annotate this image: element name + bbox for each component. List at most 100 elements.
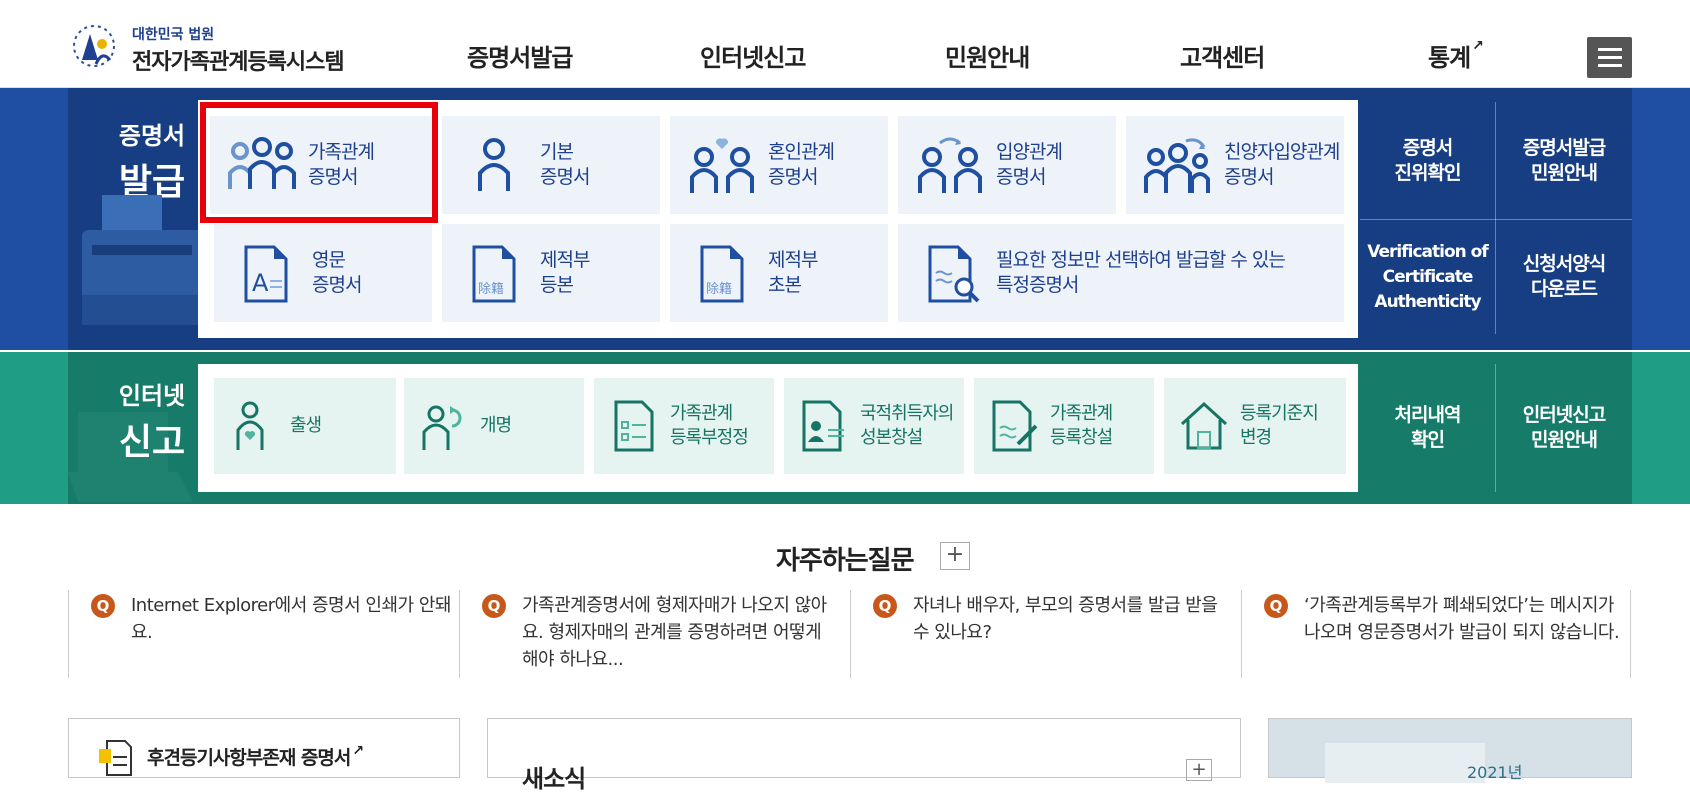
- tile-label: 개명: [480, 415, 512, 436]
- faq-item[interactable]: Q 자녀나 배우자, 부모의 증명서를 발급 받을 수 있나요?: [850, 590, 1240, 678]
- correction-doc-icon: [614, 400, 654, 452]
- nav-statistics[interactable]: 통계 ↗: [1428, 38, 1484, 73]
- nav-internet-report[interactable]: 인터넷신고: [700, 38, 806, 73]
- hamburger-icon: [1597, 48, 1622, 51]
- tile-label: 출생: [290, 415, 322, 436]
- tile-label: 영문 증명서: [312, 249, 362, 296]
- external-link-icon: ↗: [352, 743, 364, 759]
- faq-question-text: 가족관계증명서에 형제자매가 나오지 않아요. 형제자매의 관계를 증명하려면 …: [522, 595, 827, 670]
- tile-adoption-certificate[interactable]: 입양관계 증명서: [898, 116, 1116, 214]
- birth-icon: [236, 401, 264, 450]
- report-label-small: 인터넷: [118, 382, 186, 410]
- full-adoption-icon: [1144, 138, 1210, 193]
- site-logo[interactable]: 대한민국 법원 전자가족관계등록시스템: [68, 20, 358, 75]
- hamburger-icon-line: [1597, 56, 1622, 59]
- news-more-button[interactable]: +: [1186, 759, 1212, 781]
- tile-birth-report[interactable]: 출생: [214, 378, 396, 474]
- adoption-icon: [918, 137, 982, 193]
- english-doc-icon: A: [244, 245, 288, 303]
- nav-statistics-label: 통계: [1428, 44, 1471, 72]
- person-icon: [478, 138, 510, 191]
- verify-certificate-link[interactable]: 증명서 진위확인: [1360, 102, 1495, 219]
- news-box: 새소식 +: [487, 718, 1241, 793]
- question-icon: Q: [1264, 594, 1288, 618]
- tile-rename-report[interactable]: 개명: [404, 378, 584, 474]
- tile-label: 제적부 등본: [540, 249, 590, 296]
- logo-title: 전자가족관계등록시스템: [132, 50, 345, 75]
- hamburger-icon-line: [1597, 64, 1622, 67]
- faq-more-button[interactable]: +: [940, 542, 970, 570]
- question-icon: Q: [91, 594, 115, 618]
- tile-specific-certificate[interactable]: 필요한 정보만 선택하여 발급할 수 있는 특정증명서: [898, 224, 1344, 322]
- hamburger-menu-button[interactable]: [1587, 37, 1632, 78]
- banner-card: [1325, 743, 1485, 783]
- faq-question-text: 자녀나 배우자, 부모의 증명서를 발급 받을 수 있나요?: [913, 595, 1218, 643]
- guardianship-certificate-title: 후견등기사항부존재 증명서: [147, 747, 351, 769]
- tile-register-creation[interactable]: 가족관계 등록창설: [974, 378, 1154, 474]
- nav-customer-center[interactable]: 고객센터: [1180, 38, 1265, 73]
- tile-removed-register-copy[interactable]: 除籍 제적부 등본: [442, 224, 660, 322]
- svg-text:除籍: 除籍: [706, 281, 732, 297]
- processing-history-link[interactable]: 처리내역 확인: [1360, 364, 1495, 492]
- report-civil-guide-link[interactable]: 인터넷신고 민원안내: [1496, 364, 1632, 492]
- rename-icon: [422, 405, 462, 450]
- couple-heart-icon: [690, 138, 754, 193]
- verification-english-link[interactable]: Verification of Certificate Authenticity: [1360, 220, 1495, 334]
- register-create-icon: [992, 400, 1038, 452]
- printer-icon: [82, 195, 202, 325]
- court-logo-icon: [73, 25, 115, 67]
- banner-box[interactable]: 2021년: [1268, 718, 1632, 783]
- tile-family-relation-certificate[interactable]: 가족관계 증명서: [210, 116, 432, 214]
- tile-english-certificate[interactable]: A 영문 증명서: [214, 224, 432, 322]
- doc-search-icon: [928, 245, 980, 303]
- issue-civil-guide-link[interactable]: 증명서발급 민원안내: [1496, 102, 1632, 219]
- faq-item[interactable]: Q ‘가족관계등록부가 폐쇄되었다’는 메시지가 나오며 영문증명서가 발급이 …: [1241, 590, 1631, 678]
- tile-label: 가족관계 등록창설: [1050, 403, 1113, 448]
- faq-item[interactable]: Q 가족관계증명서에 형제자매가 나오지 않아요. 형제자매의 관계를 증명하려…: [459, 590, 849, 678]
- house-icon: [1180, 401, 1228, 450]
- faq-question-text: Internet Explorer에서 증명서 인쇄가 안돼요.: [131, 595, 451, 643]
- issue-label-small: 증명서: [118, 122, 186, 150]
- tile-label: 가족관계 증명서: [308, 141, 375, 188]
- question-icon: Q: [482, 594, 506, 618]
- tile-naturalized-surname-creation[interactable]: 국적취득자의 성본창설: [784, 378, 964, 474]
- tile-label: 혼인관계 증명서: [768, 141, 835, 188]
- faq-question-text: ‘가족관계등록부가 폐쇄되었다’는 메시지가 나오며 영문증명서가 발급이 되지…: [1304, 595, 1620, 643]
- tile-marriage-certificate[interactable]: 혼인관계 증명서: [670, 116, 888, 214]
- tile-registry-base-change[interactable]: 등록기준지 변경: [1164, 378, 1346, 474]
- tile-label: 입양관계 증명서: [996, 141, 1063, 188]
- family-icon: [228, 137, 296, 189]
- removed-register-icon: 除籍: [472, 245, 516, 303]
- tile-label: 등록기준지 변경: [1240, 403, 1319, 448]
- faq-item[interactable]: Q Internet Explorer에서 증명서 인쇄가 안돼요.: [68, 590, 458, 678]
- guardianship-certificate-box[interactable]: 후견등기사항부존재 증명서 ↗: [68, 718, 460, 778]
- svg-text:除籍: 除籍: [478, 281, 504, 297]
- report-label-big: 신고: [118, 422, 186, 463]
- application-form-download-link[interactable]: 신청서양식 다운로드: [1496, 220, 1632, 334]
- faq-title: 자주하는질문: [776, 546, 915, 576]
- guardianship-title-wrap: 후견등기사항부존재 증명서 ↗: [147, 743, 364, 770]
- nav-civil-guide[interactable]: 민원안내: [945, 38, 1030, 73]
- id-card-icon: [802, 400, 844, 452]
- document-icon: [99, 740, 132, 776]
- nav-certificate-issue[interactable]: 증명서발급: [467, 38, 573, 73]
- tile-basic-certificate[interactable]: 기본 증명서: [442, 116, 660, 214]
- svg-text:A: A: [252, 269, 269, 297]
- tile-register-correction[interactable]: 가족관계 등록부정정: [594, 378, 774, 474]
- news-title: 새소식: [522, 765, 586, 793]
- tile-label: 가족관계 등록부정정: [670, 403, 749, 448]
- report-section-label: 인터넷 신고: [112, 376, 192, 465]
- external-link-icon: ↗: [1472, 38, 1484, 54]
- removed-register-icon: 除籍: [700, 245, 744, 303]
- tile-label: 기본 증명서: [540, 141, 590, 188]
- tile-full-adoption-certificate[interactable]: 친양자입양관계 증명서: [1126, 116, 1344, 214]
- logo-subtitle: 대한민국 법원: [132, 27, 215, 43]
- tile-label: 필요한 정보만 선택하여 발급할 수 있는 특정증명서: [996, 249, 1286, 296]
- tile-label: 친양자입양관계 증명서: [1224, 141, 1340, 188]
- top-header: 대한민국 법원 전자가족관계등록시스템 증명서발급 인터넷신고 민원안내 고객센…: [0, 0, 1690, 88]
- tile-label: 제적부 초본: [768, 249, 818, 296]
- tile-removed-register-abstract[interactable]: 除籍 제적부 초본: [670, 224, 888, 322]
- tile-label: 국적취득자의 성본창설: [860, 403, 954, 448]
- question-icon: Q: [873, 594, 897, 618]
- banner-year: 2021년: [1467, 763, 1523, 782]
